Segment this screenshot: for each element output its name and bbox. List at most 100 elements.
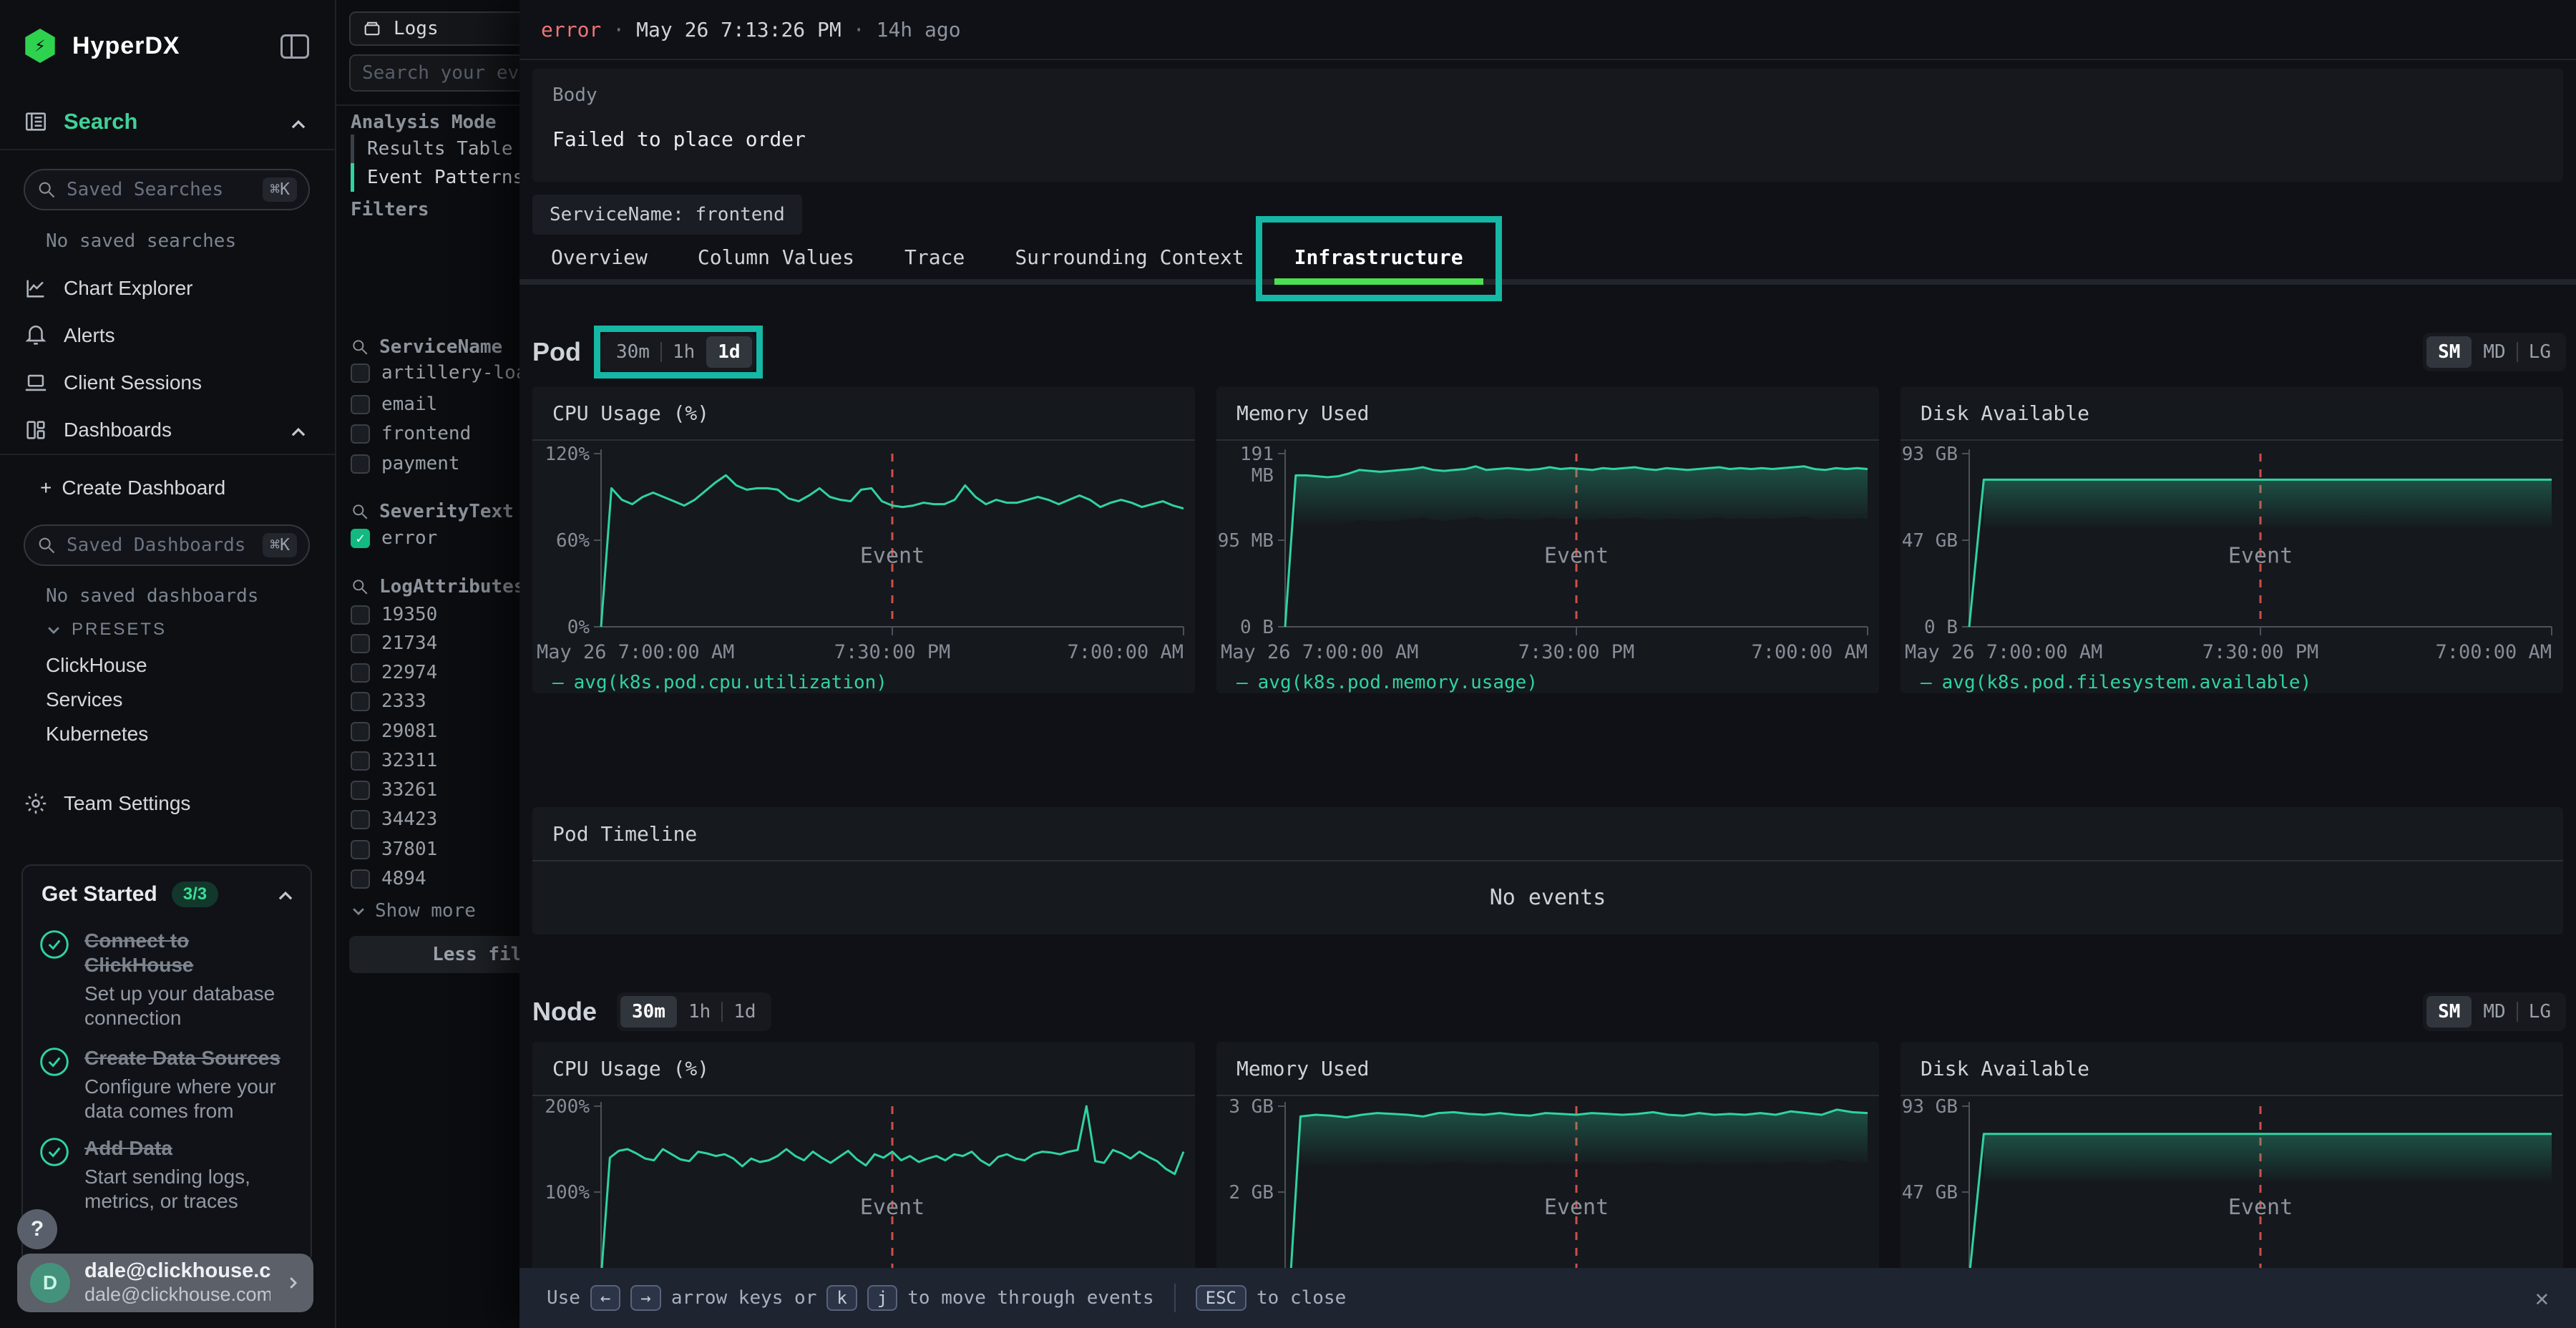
create-dashboard-button[interactable]: + Create Dashboard: [40, 477, 225, 499]
chevron-right-icon: [285, 1275, 301, 1291]
chevron-up-icon[interactable]: [289, 424, 308, 442]
time-range-button[interactable]: 30m: [605, 336, 661, 368]
checkbox[interactable]: ✓: [351, 424, 370, 444]
filter-option[interactable]: ✓ error: [351, 527, 437, 549]
close-icon[interactable]: ✕: [2535, 1284, 2549, 1312]
legend-dash-icon: —: [552, 672, 564, 693]
sidebar: ⚡ HyperDX Search Saved Searches ⌘K No sa…: [0, 0, 336, 1328]
preset-item[interactable]: Services: [46, 688, 122, 711]
chevron-up-icon[interactable]: [276, 887, 295, 906]
time-range-button[interactable]: 1d: [722, 996, 767, 1027]
size-button[interactable]: SM: [2426, 996, 2472, 1027]
filter-group-header[interactable]: SeverityText: [351, 501, 514, 522]
checkbox[interactable]: ✓: [351, 454, 370, 474]
preset-item[interactable]: ClickHouse: [46, 654, 147, 677]
saved-searches-input[interactable]: Saved Searches ⌘K: [24, 169, 310, 210]
analysis-mode-option[interactable]: Event Patterns: [351, 163, 524, 192]
checkbox[interactable]: ✓: [351, 605, 370, 625]
svg-text:0 B: 0 B: [1240, 617, 1274, 638]
size-button[interactable]: MD: [2472, 336, 2517, 368]
filter-option[interactable]: ✓ 29081: [351, 721, 437, 742]
sidebar-item-client-sessions[interactable]: Client Sessions: [24, 371, 202, 395]
time-range-button[interactable]: 1h: [661, 336, 706, 368]
chart-plot[interactable]: 120%60%0%May 26 7:00:00 AM7:30:00 PM7:00…: [532, 441, 1195, 664]
checkbox[interactable]: ✓: [351, 395, 370, 414]
help-button[interactable]: ?: [17, 1209, 57, 1249]
shortcut-footer: Use ← → arrow keys or k j to move throug…: [519, 1268, 2576, 1328]
service-name-chip[interactable]: ServiceName: frontend: [532, 195, 802, 235]
sidebar-item-dashboards[interactable]: Dashboards: [24, 418, 172, 442]
checkbox[interactable]: ✓: [351, 840, 370, 859]
tabbar-divider: [519, 279, 2576, 285]
filter-option[interactable]: ✓ 22974: [351, 662, 437, 683]
filter-option[interactable]: ✓ 37801: [351, 839, 437, 860]
filters-label: Filters: [351, 199, 429, 220]
checkbox[interactable]: ✓: [351, 869, 370, 889]
chart-plot[interactable]: 93 GB47 GB0 BMay 26 7:00:00 AM7:30:00 PM…: [1901, 441, 2563, 664]
filter-option[interactable]: ✓ frontend: [351, 423, 471, 444]
filter-option[interactable]: ✓ artillery-loa: [351, 362, 527, 384]
get-started-item[interactable]: Create Data Sources Configure where your…: [39, 1046, 291, 1123]
checkbox[interactable]: ✓: [351, 781, 370, 800]
analysis-mode-option[interactable]: Results Table: [351, 135, 513, 163]
get-started-title: Get Started 3/3: [42, 882, 218, 907]
svg-text:0 B: 0 B: [1924, 617, 1958, 638]
sidebar-item-team-settings[interactable]: Team Settings: [24, 791, 190, 816]
svg-text:7:00:00 AM: 7:00:00 AM: [2435, 641, 2552, 663]
svg-text:May 26 7:00:00 AM: May 26 7:00:00 AM: [537, 641, 734, 663]
pod-title: Pod: [532, 337, 581, 367]
size-button[interactable]: MD: [2472, 996, 2517, 1027]
time-range-button[interactable]: 30m: [620, 996, 677, 1027]
sidebar-item-alerts[interactable]: Alerts: [24, 323, 115, 348]
laptop-icon: [24, 371, 48, 395]
tab[interactable]: Surrounding Context: [995, 236, 1264, 279]
tab[interactable]: Overview: [531, 236, 668, 279]
filter-option[interactable]: ✓ 19350: [351, 604, 437, 625]
filter-option[interactable]: ✓ 32311: [351, 750, 437, 771]
user-menu[interactable]: D dale@clickhouse.com dale@clickhouse.co…: [17, 1254, 313, 1312]
filter-option[interactable]: ✓ email: [351, 394, 437, 415]
preset-item[interactable]: Kubernetes: [46, 723, 148, 746]
chart-plot[interactable]: 191MB95 MB0 BMay 26 7:00:00 AM7:30:00 PM…: [1216, 441, 1879, 664]
checkbox[interactable]: ✓: [351, 751, 370, 771]
sidebar-item-chart-explorer[interactable]: Chart Explorer: [24, 276, 193, 301]
filter-option[interactable]: ✓ payment: [351, 453, 460, 474]
checkbox[interactable]: ✓: [351, 529, 370, 548]
size-button[interactable]: SM: [2426, 336, 2472, 368]
filter-option[interactable]: ✓ 33261: [351, 779, 437, 801]
filter-option[interactable]: ✓ 34423: [351, 809, 437, 830]
size-button[interactable]: LG: [2517, 336, 2562, 368]
time-range-button[interactable]: 1d: [706, 336, 751, 368]
saved-dashboards-input[interactable]: Saved Dashboards ⌘K: [24, 524, 310, 566]
tab[interactable]: Infrastructure: [1274, 236, 1483, 279]
search-icon: [36, 180, 57, 200]
checkbox[interactable]: ✓: [351, 692, 370, 711]
time-range-button[interactable]: 1h: [677, 996, 722, 1027]
filter-group-header[interactable]: LogAttributes: [351, 576, 525, 597]
filter-option[interactable]: ✓ 21734: [351, 633, 437, 654]
chevron-up-icon[interactable]: [289, 116, 308, 135]
checkbox[interactable]: ✓: [351, 363, 370, 383]
sidebar-item-search[interactable]: Search: [24, 109, 137, 135]
no-saved-dashboards-text: No saved dashboards: [46, 585, 258, 607]
filter-group-header[interactable]: ServiceName: [351, 336, 502, 358]
checkbox[interactable]: ✓: [351, 722, 370, 741]
svg-text:7:30:00 PM: 7:30:00 PM: [1518, 641, 1635, 663]
checkbox[interactable]: ✓: [351, 810, 370, 829]
get-started-item[interactable]: Connect to ClickHouse Set up your databa…: [39, 929, 291, 1030]
checkbox[interactable]: ✓: [351, 663, 370, 683]
sidebar-collapse-icon[interactable]: [280, 34, 309, 59]
tab[interactable]: Trace: [884, 236, 985, 279]
checkbox[interactable]: ✓: [351, 634, 370, 653]
chart-line-icon: [24, 276, 48, 301]
filter-option[interactable]: ✓ 2333: [351, 690, 426, 712]
tab[interactable]: Column Values: [678, 236, 874, 279]
progress-badge: 3/3: [172, 882, 218, 907]
get-started-item[interactable]: Add Data Start sending logs, metrics, or…: [39, 1136, 291, 1213]
logs-source-icon: [362, 19, 382, 39]
size-button[interactable]: LG: [2517, 996, 2562, 1027]
no-saved-searches-text: No saved searches: [46, 230, 236, 252]
filter-option[interactable]: ✓ 4894: [351, 868, 426, 889]
presets-toggle[interactable]: PRESETS: [46, 620, 167, 640]
show-more-toggle[interactable]: Show more: [351, 900, 476, 922]
